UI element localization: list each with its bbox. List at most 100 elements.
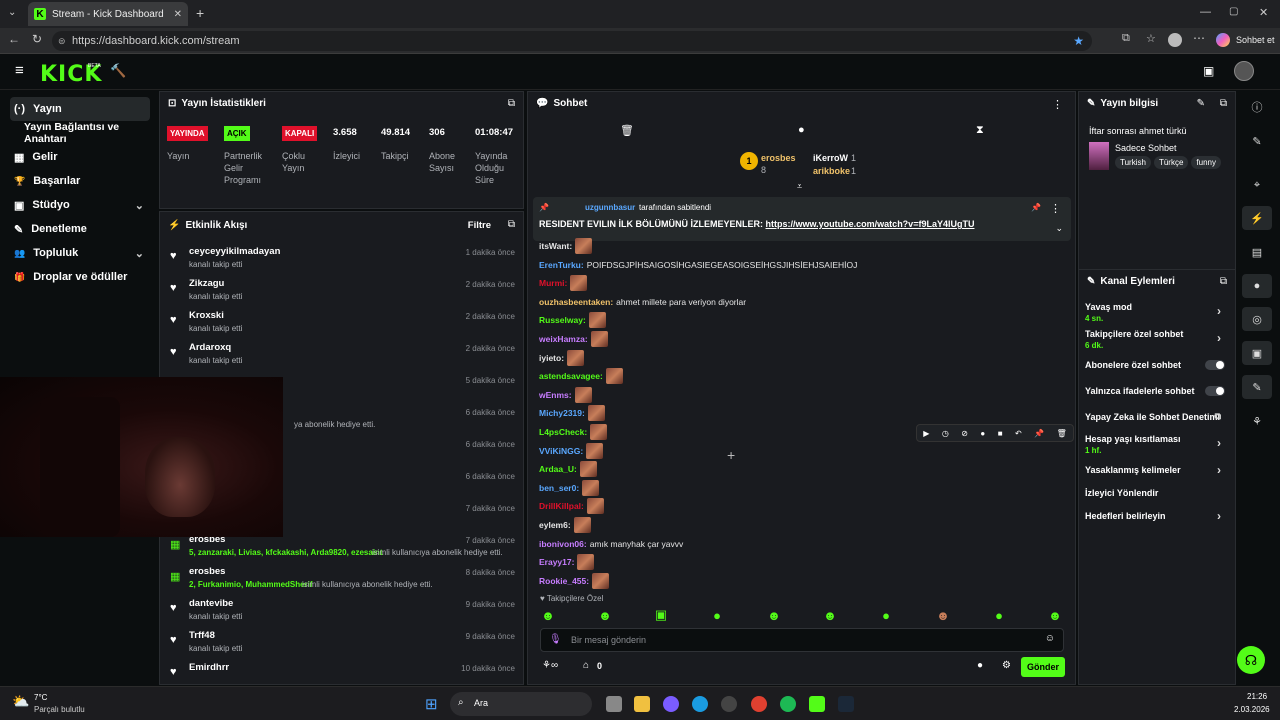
channel-action-item[interactable]: İzleyici Yönlendir [1085,488,1231,498]
discord-icon[interactable] [663,696,679,712]
chat-username[interactable]: L4psCheck: [539,427,587,437]
nav-item-droplar[interactable]: 🎁 Droplar ve ödüller [10,265,150,289]
pin-icon[interactable]: 📌 [1034,429,1044,438]
copilot-icon[interactable] [1216,33,1230,47]
app-icon[interactable] [721,696,737,712]
ban-icon[interactable]: ⊘ [961,429,968,438]
filter-button[interactable]: Filtre [468,220,491,231]
popout-icon[interactable]: ⧉ [1220,98,1227,109]
nav-item-stream-key[interactable]: Yayın Bağlantısı ve Anahtarı [10,121,158,145]
browser-tab[interactable]: K Stream - Kick Dashboard ✕ [28,2,188,26]
nav-item-basarilar[interactable]: 🏆 Başarılar [10,169,150,193]
tag[interactable]: Turkish [1115,156,1151,169]
site-info-icon[interactable]: ⊜ [58,31,66,51]
tag[interactable]: funny [1191,156,1221,169]
emote-icon[interactable]: ☻ [764,605,784,625]
info-icon[interactable]: ⓘ [1242,95,1272,119]
chrome-icon[interactable] [751,696,767,712]
reload-icon[interactable]: ↻ [32,32,42,46]
chat-username[interactable]: eylem6: [539,520,571,530]
edge-icon[interactable] [692,696,708,712]
nav-item-topluluk[interactable]: 👥 Topluluk ⌄ [10,241,150,265]
weather-icon[interactable]: ⛅ [12,693,29,710]
popout-icon[interactable]: ⧉ [508,219,515,230]
chat-icon[interactable]: ● [1242,274,1272,298]
top-gifter-name[interactable]: arikboke [813,166,850,176]
channel-action-item[interactable]: Abonelere özel sohbet [1085,360,1231,370]
emote-icon[interactable]: ☻ [820,605,840,625]
url-input[interactable]: ⊜ https://dashboard.kick.com/stream ★ [52,31,1092,51]
channel-action-item[interactable]: Takipçilere özel sohbet 6 dk. › [1085,329,1231,350]
category-name[interactable]: Sadece Sohbet [1115,143,1177,153]
expand-icon[interactable]: ⩡ [797,181,802,192]
task-view-icon[interactable] [606,696,622,712]
community-icon[interactable]: ⚘ [1242,409,1272,433]
favorite-star-icon[interactable]: ★ [1073,31,1084,51]
activity-user[interactable]: Kroxski [189,310,224,321]
emote-icon[interactable]: ● [707,605,727,625]
emote-icon[interactable]: ☻ [538,605,558,625]
microphone-icon[interactable]: 🎙 [549,634,562,645]
lightning-icon[interactable]: ⚡ [1242,206,1272,230]
points-icon[interactable]: ⚘∞ [542,660,558,671]
popout-icon[interactable]: ⧉ [1220,276,1227,287]
maximize-icon[interactable]: ▢ [1229,6,1238,17]
copy-icon[interactable]: ■ [998,429,1003,438]
chat-bubble-icon[interactable]: ● [798,124,805,136]
emote-icon[interactable]: ● [989,605,1009,625]
close-window-icon[interactable]: ✕ [1259,6,1268,19]
nav-item-gelir[interactable]: ▦ Gelir [10,145,150,169]
activity-user[interactable]: Zikzagu [189,278,224,289]
pinned-by-user[interactable]: uzgunnbasur [585,203,635,212]
more-vertical-icon[interactable]: ⋮ [1050,202,1061,215]
user-avatar[interactable] [1234,61,1254,81]
top-gifter-name[interactable]: iKerroW [813,153,848,163]
target-icon[interactable]: ⌖ [1242,173,1272,197]
chat-username[interactable]: weixHamza: [539,334,588,344]
pencil-icon[interactable]: ✎ [1242,129,1272,153]
wrench-icon[interactable]: ✎ [1242,375,1272,399]
unpin-icon[interactable]: 📌 [1031,203,1041,212]
chat-username[interactable]: itsWant: [539,241,572,251]
file-explorer-icon[interactable] [634,696,650,712]
chat-username[interactable]: ErenTurku: [539,260,584,270]
new-tab-icon[interactable]: + [196,5,204,21]
chat-input[interactable]: 🎙 Bir mesaj gönderin ☺ [540,628,1064,652]
chat-username[interactable]: iyieto: [539,353,564,363]
close-tab-icon[interactable]: ✕ [174,9,182,20]
chevron-down-icon[interactable]: ⌄ [1055,223,1063,234]
channel-action-item[interactable]: Yalnızca ifadelerle sohbet [1085,386,1231,396]
chat-username[interactable]: Erayy17: [539,557,574,567]
activity-user[interactable]: Ardaroxq [189,342,231,353]
toggle-switch[interactable] [1205,386,1225,396]
timeout-icon[interactable]: ◷ [942,429,949,438]
trash-icon[interactable]: 🗑 [620,124,634,137]
nav-item-studyo[interactable]: ▣ Stüdyo ⌄ [10,193,150,217]
undo-icon[interactable]: ↶ [1015,429,1022,438]
nav-item-denetleme[interactable]: ✎ Denetleme [10,217,150,241]
tab-list-icon[interactable]: ⌄ [8,7,16,18]
emote-icon[interactable]: ▣ [651,605,671,625]
document-icon[interactable]: ▤ [1242,240,1272,264]
reply-icon[interactable]: ● [980,429,985,438]
help-support-button[interactable]: ☊ [1237,646,1265,674]
chat-username[interactable]: Russelway: [539,315,586,325]
chat-username[interactable]: ouzhasbeentaken: [539,297,613,307]
more-vertical-icon[interactable]: ⋮ [1052,98,1063,111]
profile-avatar[interactable] [1168,33,1182,47]
delete-icon[interactable]: 🗑 [1057,429,1067,438]
chat-settings-icon[interactable]: ● [977,660,983,671]
windows-start-icon[interactable]: ⊞ [425,695,438,713]
stream-preview-icon[interactable]: ▣ [1203,64,1214,78]
play-icon[interactable]: ▶ [923,429,929,438]
edit-icon[interactable]: ✎ [1197,98,1205,109]
send-button[interactable]: Gönder [1021,657,1065,677]
taskbar-search[interactable]: ⌕ Ara [450,692,592,716]
favorites-icon[interactable]: ☆ [1146,32,1156,45]
channel-action-item[interactable]: Hedefleri belirleyin › [1085,509,1231,523]
nav-item-yayin[interactable]: (·) Yayın [10,97,150,121]
chat-username[interactable]: Ardaa_U: [539,464,577,474]
emote-icon[interactable]: ● [876,605,896,625]
minimize-icon[interactable]: — [1200,6,1211,18]
hourglass-icon[interactable]: ⧗ [976,124,984,137]
